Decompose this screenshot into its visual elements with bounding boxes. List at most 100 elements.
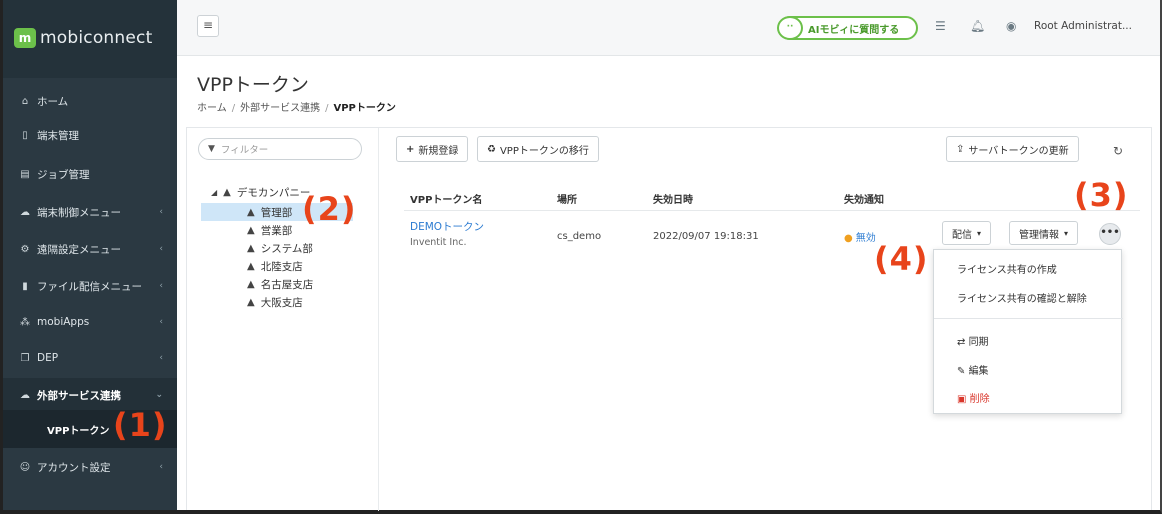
user-name[interactable]: Root Administrat... [1034,20,1132,32]
deliver-label: 配信 [952,229,972,241]
token-name-link[interactable]: DEMOトークン [410,219,484,234]
sidebar-item-label: 外部サービス連携 [37,389,121,402]
sidebar-item-devices[interactable]: ▯ 端末管理 [3,118,177,152]
caret-down-icon: ◢ [211,187,218,197]
sidebar-item-label: ファイル配信メニュー [37,280,142,293]
breadcrumb-external-services[interactable]: 外部サービス連携 [240,103,320,114]
menu-item-create-license-share[interactable]: ライセンス共有の作成 [957,261,1057,276]
logo-icon: m [14,28,36,48]
breadcrumb: ホーム / 外部サービス連携 / VPPトークン [197,99,396,114]
refresh-icon[interactable]: ↻ [1113,144,1123,158]
row-actions-menu: ライセンス共有の作成 ライセンス共有の確認と解除 ⇄ 同期 ✎ 編集 ▣ 削除 [933,249,1123,414]
page-title: VPPトークン [197,74,309,96]
table-header-divider [404,210,1140,211]
plus-icon: + [406,143,415,155]
caret-down-icon: ▾ [1064,228,1069,238]
column-header-location[interactable]: 場所 [557,191,577,206]
chevron-left-icon: ‹ [159,317,163,327]
server-icon[interactable]: ☰ [935,19,946,33]
sidebar-item-remote-control[interactable]: ☁ 端末制御メニュー ‹ [3,195,177,229]
more-actions-button[interactable]: ••• [1099,223,1121,245]
menu-item-delete[interactable]: ▣ 削除 [957,390,990,405]
edit-icon: ✎ [957,366,969,377]
caret-down-icon: ▾ [977,228,982,238]
user-icon: ▲ [223,186,231,198]
trash-icon: ▣ [957,394,970,405]
filter-icon: ▼ [208,144,215,154]
menu-toggle-icon[interactable]: ≡ [197,15,219,37]
user-icon: ▲ [247,242,255,254]
content-panel: ▼ フィルター ◢ ▲ デモカンパニー ▲ 管理部 ▲ 営業部 ▲ システム部 … [186,127,1152,511]
tree-node[interactable]: ▲ 営業部 [247,222,292,238]
app-logo[interactable]: m mobiconnect [3,0,177,78]
deliver-dropdown-button[interactable]: 配信 ▾ [942,221,992,245]
menu-item-label: 同期 [968,337,989,348]
user-icon: ▲ [247,278,255,290]
tree-node-label: 名古屋支店 [260,278,314,291]
bell-icon[interactable]: 🔔︎ [970,19,985,33]
home-icon: ⌂ [21,95,29,107]
top-bar: ≡ ·· AIモビィに質問する ☰ 🔔︎ ◉ Root Administrat.… [177,0,1160,56]
annotation-1: (1) [113,406,168,444]
menu-divider [934,318,1123,319]
tree-node-label: 北陸支店 [260,260,303,273]
token-org: Inventit Inc. [410,237,467,248]
sidebar-item-label: 端末制御メニュー [37,206,121,219]
ai-mascot-icon: ·· [777,16,803,40]
update-button-label: サーバトークンの更新 [968,145,1069,157]
breadcrumb-separator: / [325,103,329,114]
sidebar-item-home[interactable]: ⌂ ホーム [3,84,177,118]
update-server-token-button[interactable]: ⇪ サーバトークンの更新 [946,136,1079,162]
tree-node[interactable]: ▲ 名古屋支店 [247,276,313,292]
status-label: 無効 [855,233,876,244]
column-header-name[interactable]: VPPトークン名 [410,191,482,206]
filter-input[interactable]: ▼ フィルター [198,138,362,160]
new-registration-button[interactable]: + 新規登録 [396,136,469,162]
breadcrumb-separator: / [231,103,236,114]
user-avatar-icon[interactable]: ◉ [1006,19,1016,33]
sidebar-item-label: アカウント設定 [37,461,111,474]
menu-item-sync[interactable]: ⇄ 同期 [957,333,989,348]
manage-label: 管理情報 [1019,229,1059,241]
sidebar-item-file-delivery[interactable]: ▮ ファイル配信メニュー ‹ [3,269,177,303]
menu-item-review-license-share[interactable]: ライセンス共有の確認と解除 [957,290,1087,305]
tree-root[interactable]: ◢ ▲ デモカンパニー [211,184,310,200]
users-icon: ☺ [19,461,31,473]
tree-node[interactable]: ▲ システム部 [247,240,313,256]
menu-item-label: 編集 [968,366,989,377]
sidebar-item-account-settings[interactable]: ☺ アカウント設定 ‹ [3,450,177,484]
tree-node[interactable]: ▲ 大阪支店 [247,294,303,310]
chevron-left-icon: ‹ [159,462,163,472]
breadcrumb-home[interactable]: ホーム [197,103,227,114]
remote-control-icon: ☁ [20,206,30,218]
menu-item-edit[interactable]: ✎ 編集 [957,362,989,377]
migrate-token-button[interactable]: ♻︎ VPPトークンの移行 [477,136,599,162]
annotation-4: (4) [874,240,929,278]
column-header-notify[interactable]: 失効通知 [844,191,884,206]
user-icon: ▲ [247,206,255,218]
breadcrumb-current: VPPトークン [333,103,396,114]
token-expires: 2022/09/07 19:18:31 [653,231,759,242]
org-tree-panel: ▼ フィルター ◢ ▲ デモカンパニー ▲ 管理部 ▲ 営業部 ▲ システム部 … [187,128,379,511]
sidebar-item-mobiapps[interactable]: ⁂ mobiApps ‹ [3,305,177,339]
tree-node[interactable]: ▲ 北陸支店 [247,258,303,274]
sidebar-item-label: 端末管理 [37,129,79,142]
sync-icon: ⇄ [957,337,969,348]
manage-info-dropdown-button[interactable]: 管理情報 ▾ [1009,221,1079,245]
sidebar-item-label: ジョブ管理 [37,168,90,181]
cogs-icon: ⚙ [20,243,30,255]
chevron-left-icon: ‹ [159,207,163,217]
column-header-expires[interactable]: 失効日時 [653,191,693,206]
chevron-down-icon: ⌄ [155,390,163,400]
sidebar-item-label: ホーム [37,95,69,108]
sidebar-item-dep[interactable]: ❐ DEP ‹ [3,341,177,375]
tree-node-label: 管理部 [260,206,293,219]
app-name: mobiconnect [40,28,153,48]
sidebar-item-jobs[interactable]: ▤ ジョブ管理 [3,157,177,191]
ai-assistant-button[interactable]: ·· AIモビィに質問する [777,16,918,40]
device-icon: ▯ [22,129,28,141]
status-badge: ● 無効 [844,229,876,244]
warning-icon: ● [844,233,853,244]
sidebar-item-remote-settings[interactable]: ⚙ 遠隔設定メニュー ‹ [3,232,177,266]
tree-node[interactable]: ▲ 管理部 [247,204,292,220]
